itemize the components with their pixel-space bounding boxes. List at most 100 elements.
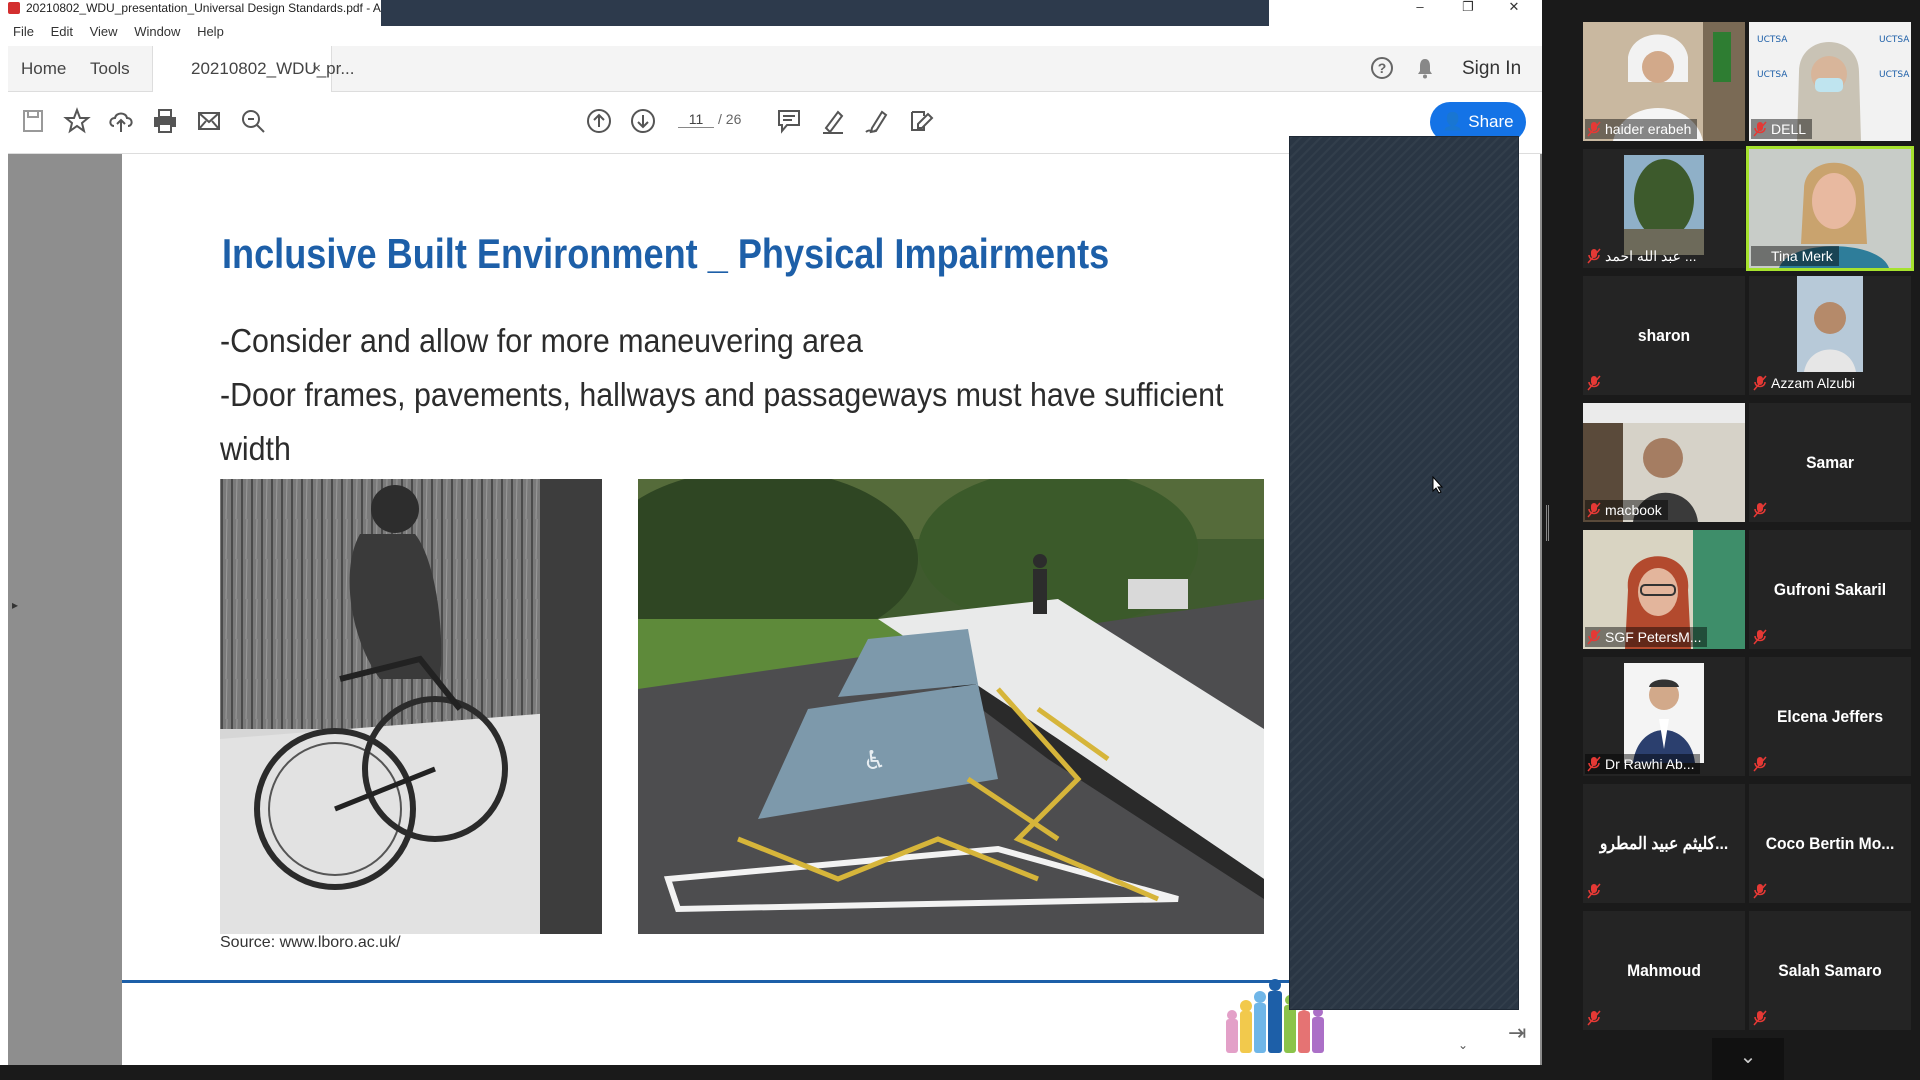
participant-tile[interactable]: Dr Rawhi Ab... [1583,657,1745,776]
collapse-panel-icon[interactable]: ⇥ [1508,1020,1526,1046]
menu-bar: File Edit View Window Help [0,24,380,44]
muted-mic-icon [1753,121,1767,137]
help-icon[interactable]: ? [1371,57,1393,79]
participant-name: Gufroni Sakaril [1773,579,1887,599]
next-page-icon[interactable] [628,106,658,136]
participant-name: Samar [1806,452,1854,472]
image-source-caption: Source: www.lboro.ac.uk/ [220,934,401,951]
participant-tile[interactable]: Mahmoud [1583,911,1745,1030]
participant-name: Coco Bertin Mo... [1765,833,1895,853]
svg-text:♿: ♿ [863,746,886,776]
highlight-pen-icon[interactable] [818,106,848,136]
slide-bullet: -Door frames, pavements, hallways and pa… [220,376,1224,413]
tab-home[interactable]: Home [21,46,66,92]
muted-mic-icon [1753,883,1767,899]
muted-mic-icon [1753,1010,1767,1026]
fill-sign-icon[interactable] [906,106,936,136]
participant-tile[interactable]: Azzam Alzubi [1749,276,1911,395]
page-number-input[interactable]: 11 [678,111,714,128]
participant-tile[interactable]: UCTSA UCTSA UCTSA UCTSA DELL [1749,22,1911,141]
participant-name: Mahmoud [1627,960,1701,980]
svg-text:UCTSA: UCTSA [1757,70,1788,80]
tab-document-label: 20210802_WDU_pr... [191,59,355,78]
participant-tile[interactable]: كليثم عبيد المطرو... [1583,784,1745,903]
share-button-label: Share [1468,112,1514,131]
expand-left-panel-icon[interactable]: ▸ [12,598,18,612]
upload-cloud-icon[interactable] [106,106,136,136]
muted-mic-icon [1587,629,1601,645]
gallery-next-page-button[interactable]: ⌄ [1712,1038,1784,1080]
screen-share-overlay [1289,136,1519,1010]
participant-tile[interactable]: Salah Samaro [1749,911,1911,1030]
print-icon[interactable] [150,106,180,136]
participant-tile[interactable]: Gufroni Sakaril [1749,530,1911,649]
muted-mic-icon [1753,629,1767,645]
panel-resize-handle[interactable] [1546,505,1549,541]
add-user-icon: 👤 [1442,112,1464,131]
email-icon[interactable] [194,106,224,136]
tab-bar: Home Tools 20210802_WDU_pr... × ? Sign I… [8,46,1542,92]
tab-close-button[interactable]: × [312,46,321,92]
pdf-page: Inclusive Built Environment _ Physical I… [122,154,1362,1065]
participant-name: sharon [1637,325,1691,345]
menu-view[interactable]: View [90,24,118,39]
menu-help[interactable]: Help [197,24,224,39]
muted-mic-icon [1753,375,1767,391]
participant-tile[interactable]: Elcena Jeffers [1749,657,1911,776]
signature-pen-icon[interactable] [862,106,892,136]
muted-mic-icon [1753,756,1767,772]
slide-bullet: -Consider and allow for more maneuvering… [220,322,863,359]
acrobat-window: 20210802_WDU_presentation_Universal Desi… [0,0,1542,1065]
zoom-search-icon[interactable] [238,106,268,136]
tab-document[interactable]: 20210802_WDU_pr... × [152,46,355,92]
slide-title: Inclusive Built Environment _ Physical I… [222,230,1110,277]
participant-tile[interactable]: عبد الله احمد ... [1583,149,1745,268]
menu-file[interactable]: File [13,24,34,39]
muted-mic-icon [1587,375,1601,391]
participant-tile[interactable]: Coco Bertin Mo... [1749,784,1911,903]
muted-mic-icon [1753,502,1767,518]
participant-tile-active-speaker[interactable]: Tina Merk [1746,146,1914,271]
sign-in-link[interactable]: Sign In [1462,46,1521,92]
svg-text:UCTSA: UCTSA [1757,35,1788,45]
muted-mic-icon [1587,502,1601,518]
left-panel-gutter [8,154,122,1065]
participant-name: كليثم عبيد المطرو... [1599,833,1729,853]
screen-share-banner[interactable] [381,0,1269,26]
menu-window[interactable]: Window [134,24,180,39]
participant-name: عبد الله احمد ... [1605,248,1697,264]
muted-mic-icon [1587,121,1601,137]
participant-name: Dr Rawhi Ab... [1585,754,1701,774]
tab-tools[interactable]: Tools [90,46,130,92]
participant-name: Elcena Jeffers [1776,706,1884,726]
wheelchair-photo [220,479,602,934]
participant-tile[interactable]: sharon [1583,276,1745,395]
save-icon[interactable] [18,106,48,136]
comment-icon[interactable] [774,106,804,136]
menu-edit[interactable]: Edit [51,24,73,39]
previous-page-icon[interactable] [584,106,614,136]
participant-name: Salah Samaro [1778,960,1882,980]
scroll-down-icon[interactable]: ⌄ [1458,1038,1468,1052]
minimize-button[interactable]: – [1400,0,1440,18]
participant-name: Tina Merk [1751,246,1839,266]
svg-text:UCTSA: UCTSA [1879,70,1910,80]
notification-bell-icon[interactable] [1416,57,1434,79]
participant-tile[interactable]: macbook [1583,403,1745,522]
participant-tile[interactable]: Samar [1749,403,1911,522]
muted-mic-icon [1587,1010,1601,1026]
participant-tile[interactable]: haider erabeh [1583,22,1745,141]
participant-name: Azzam Alzubi [1771,375,1856,391]
muted-mic-icon [1587,883,1601,899]
slide-bullet-continued: width [220,430,291,467]
participant-name: SGF PetersM... [1585,627,1708,647]
mouse-cursor-icon [1432,476,1444,494]
participant-tile[interactable]: SGF PetersM... [1583,530,1745,649]
accessible-parking-photo: ♿ [638,479,1264,934]
acrobat-app-icon [8,2,20,14]
muted-mic-icon [1587,248,1601,264]
restore-button[interactable]: ❐ [1448,0,1488,18]
muted-mic-icon [1587,756,1601,772]
bookmark-star-icon[interactable] [62,106,92,136]
close-window-button[interactable]: ✕ [1494,0,1534,18]
